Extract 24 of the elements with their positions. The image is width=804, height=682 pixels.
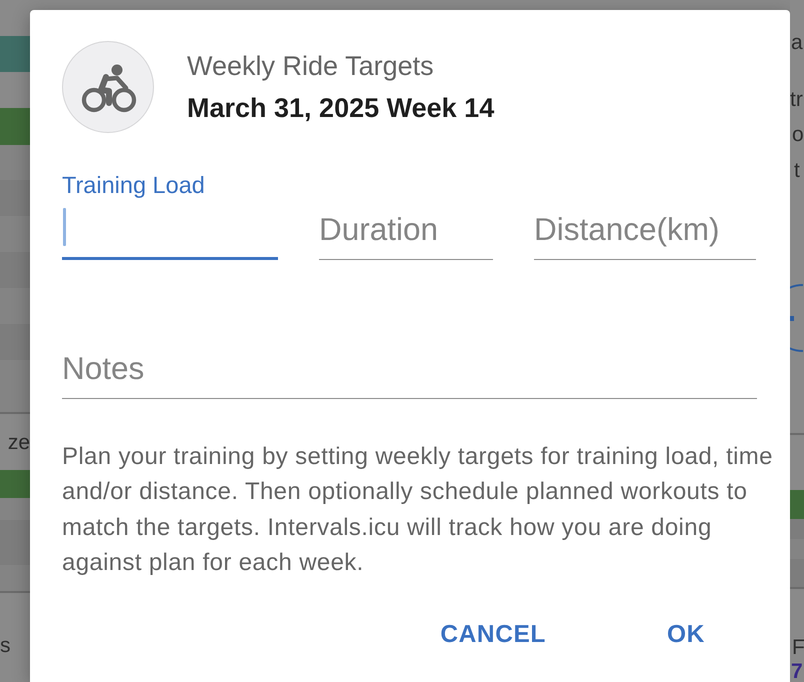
dialog-subtitle: March 31, 2025 Week 14 <box>187 92 494 124</box>
description-text: Plan your training by setting weekly targets for training load, time and/or distance. Then optionally schedule planned workouts to match the targets. Intervals.icu will track how you are doing against plan for each week. <box>62 442 774 578</box>
colored-bar <box>0 470 30 498</box>
colored-bar <box>0 108 30 145</box>
background-text: a <box>791 32 803 52</box>
background-text: t <box>794 160 800 180</box>
colored-bar <box>790 490 804 519</box>
text-cursor-icon <box>63 208 66 246</box>
background-text: tr <box>790 89 803 110</box>
colored-bar <box>0 36 30 72</box>
background-text: 7 <box>791 661 803 682</box>
background-text: ze <box>8 432 30 452</box>
dialog-title: Weekly Ride Targets <box>187 50 435 82</box>
input-field[interactable]: Notes <box>62 339 757 399</box>
background-text: s <box>0 635 10 656</box>
cancel-button[interactable]: CANCEL <box>424 611 562 660</box>
input-field[interactable]: Distance(km) <box>534 200 756 260</box>
ok-button[interactable]: OK <box>642 611 730 660</box>
input-field[interactable]: Duration <box>319 200 493 260</box>
background-text: o <box>792 124 804 145</box>
cyclist-icon <box>62 41 154 133</box>
input-field[interactable]: Training Load <box>62 172 278 260</box>
background-text: F <box>792 636 804 658</box>
ring-icon <box>790 283 804 353</box>
